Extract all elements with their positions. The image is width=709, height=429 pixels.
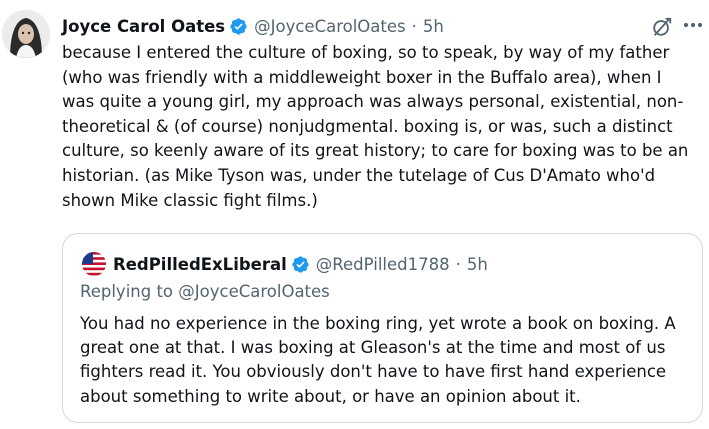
grok-icon[interactable]	[651, 16, 673, 38]
tweet-time[interactable]: 5h	[423, 17, 444, 36]
author-avatar-image	[2, 10, 50, 58]
replying-to-prefix: Replying to	[80, 282, 174, 301]
tweet-text-line: historian. (as Mike Tyson was, under the…	[62, 165, 656, 185]
author-avatar[interactable]	[2, 10, 50, 58]
us-flag-icon	[82, 252, 106, 276]
tweet-text: because I entered the culture of boxing,…	[62, 41, 702, 213]
quoted-text-line: about something to write about, or have …	[80, 386, 581, 406]
more-icon[interactable]	[680, 12, 706, 38]
author-name[interactable]: Joyce Carol Oates	[62, 17, 225, 36]
tweet-text-line: theoretical & (of course) nonjudgmental.…	[62, 116, 673, 136]
author-handle[interactable]: @JoyceCarolOates	[254, 17, 406, 36]
tweet-header: Joyce Carol Oates @JoyceCarolOates · 5h	[62, 14, 444, 38]
quoted-text-line: You had no experience in the boxing ring…	[80, 314, 676, 333]
tweet-text-line: because I entered the culture of boxing,…	[62, 43, 670, 62]
quoted-header: RedPilledExLiberal @RedPilled1788 · 5h	[113, 251, 488, 277]
quoted-text-line: great one at that. I was boxing at Gleas…	[80, 338, 666, 358]
separator-dot: ·	[411, 16, 417, 36]
tweet-text-line: culture, so keenly aware of its great hi…	[62, 141, 689, 161]
replying-to: Replying to @JoyceCarolOates	[80, 282, 330, 301]
quoted-author-name[interactable]: RedPilledExLiberal	[113, 255, 287, 274]
tweet-text-line: shown Mike classic fight films.)	[62, 190, 318, 210]
quoted-tweet[interactable]: RedPilledExLiberal @RedPilled1788 · 5h R…	[62, 233, 703, 423]
quoted-time[interactable]: 5h	[467, 255, 488, 274]
replying-to-handle[interactable]: @JoyceCarolOates	[178, 282, 330, 301]
quoted-author-avatar[interactable]	[82, 252, 106, 276]
tweet-text-line: (who was friendly with a middleweight bo…	[62, 67, 662, 87]
separator-dot: ·	[455, 254, 461, 274]
verified-badge-icon[interactable]	[229, 17, 248, 36]
tweet-text-line: was quite a young girl, my approach was …	[62, 92, 684, 112]
quoted-text: You had no experience in the boxing ring…	[80, 312, 695, 409]
verified-badge-icon	[291, 255, 310, 274]
quoted-author-handle[interactable]: @RedPilled1788	[316, 255, 450, 274]
quoted-text-line: fighters read it. You obviously don't ha…	[80, 362, 667, 382]
